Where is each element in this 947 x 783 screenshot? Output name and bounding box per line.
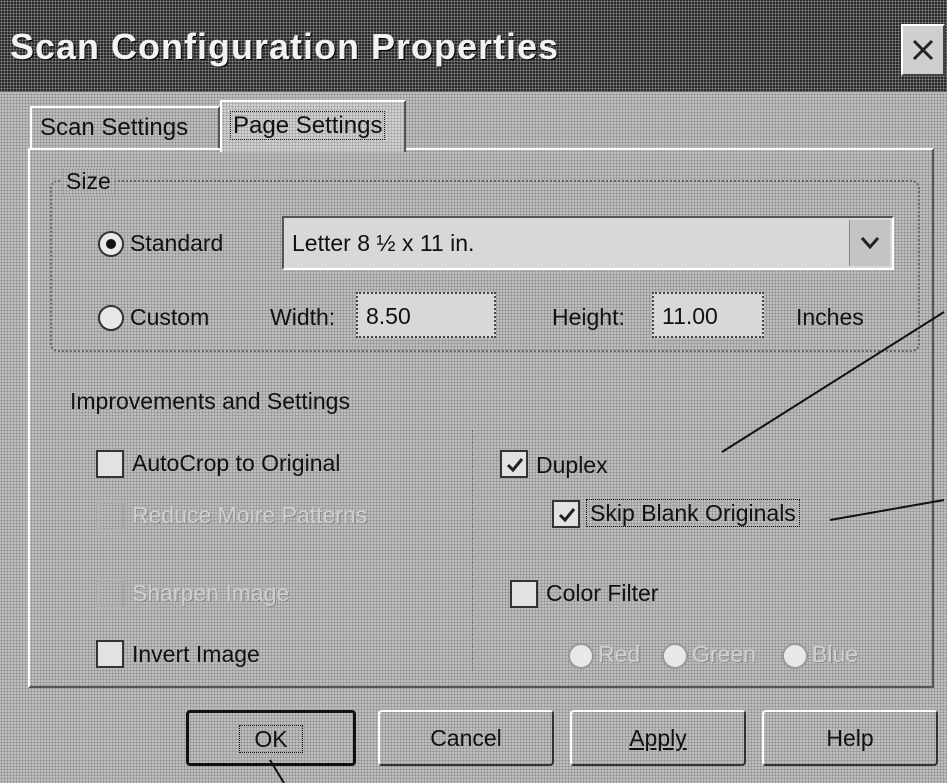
improvements-group-label: Improvements and Settings — [70, 388, 350, 414]
invert-image-checkbox[interactable] — [96, 640, 124, 668]
window-title: Scan Configuration Properties — [10, 26, 560, 67]
sharpen-checkbox — [96, 580, 124, 608]
width-field[interactable]: 8.50 — [356, 292, 496, 338]
tab-page-settings[interactable]: Page Settings — [220, 100, 406, 152]
ok-button[interactable]: OK — [186, 710, 356, 766]
skip-blank-checkbox[interactable] — [552, 500, 580, 528]
autocrop-checkbox[interactable] — [96, 450, 124, 478]
duplex-label[interactable]: Duplex — [536, 452, 608, 479]
sharpen-label: Sharpen Image — [132, 580, 290, 606]
help-button[interactable]: Help — [762, 710, 938, 766]
dropdown-arrow-button[interactable] — [849, 220, 890, 266]
cancel-button[interactable]: Cancel — [378, 710, 554, 766]
title-bar[interactable]: Scan Configuration Properties — [0, 0, 947, 92]
color-filter-label[interactable]: Color Filter — [546, 580, 658, 607]
filter-green-label: Green — [692, 641, 756, 667]
reduce-moire-checkbox — [96, 502, 124, 530]
color-filter-checkbox[interactable] — [510, 580, 538, 608]
scan-configuration-dialog: Scan Configuration Properties Scan Setti… — [0, 0, 947, 783]
skip-blank-label[interactable]: Skip Blank Originals — [586, 499, 800, 527]
size-group-label: Size — [62, 168, 115, 195]
filter-red-radio — [568, 643, 594, 669]
filter-red-label: Red — [598, 641, 641, 667]
tab-scan-settings[interactable]: Scan Settings — [30, 106, 220, 148]
apply-button-label: Apply — [629, 725, 687, 751]
column-divider — [472, 430, 475, 670]
check-icon — [558, 508, 576, 523]
autocrop-label[interactable]: AutoCrop to Original — [132, 450, 340, 477]
custom-radio[interactable] — [98, 305, 124, 331]
ok-button-label: OK — [239, 725, 303, 753]
filter-blue-radio — [782, 643, 808, 669]
skip-blank-label-text: Skip Blank Originals — [586, 499, 800, 527]
height-label: Height: — [552, 304, 625, 330]
close-icon — [912, 39, 934, 61]
reduce-moire-label: Reduce Moire Patterns — [132, 502, 368, 528]
units-label: Inches — [796, 304, 864, 330]
filter-green-radio — [662, 643, 688, 669]
width-label: Width: — [270, 304, 336, 330]
apply-button[interactable]: Apply — [570, 710, 746, 766]
close-button[interactable] — [901, 24, 945, 76]
standard-label[interactable]: Standard — [130, 230, 223, 257]
invert-image-label[interactable]: Invert Image — [132, 641, 260, 668]
chevron-down-icon — [860, 237, 880, 250]
custom-label[interactable]: Custom — [130, 304, 209, 331]
filter-blue-label: Blue — [812, 641, 859, 667]
standard-size-value: Letter 8 ½ x 11 in. — [292, 230, 475, 256]
standard-radio[interactable] — [98, 231, 124, 257]
height-field[interactable]: 11.00 — [652, 292, 764, 338]
duplex-checkbox[interactable] — [500, 450, 528, 478]
standard-size-dropdown[interactable]: Letter 8 ½ x 11 in. — [282, 216, 894, 270]
check-icon — [506, 458, 524, 473]
tab-scan-settings-label: Scan Settings — [40, 114, 189, 141]
tab-page-settings-label: Page Settings — [230, 111, 386, 140]
